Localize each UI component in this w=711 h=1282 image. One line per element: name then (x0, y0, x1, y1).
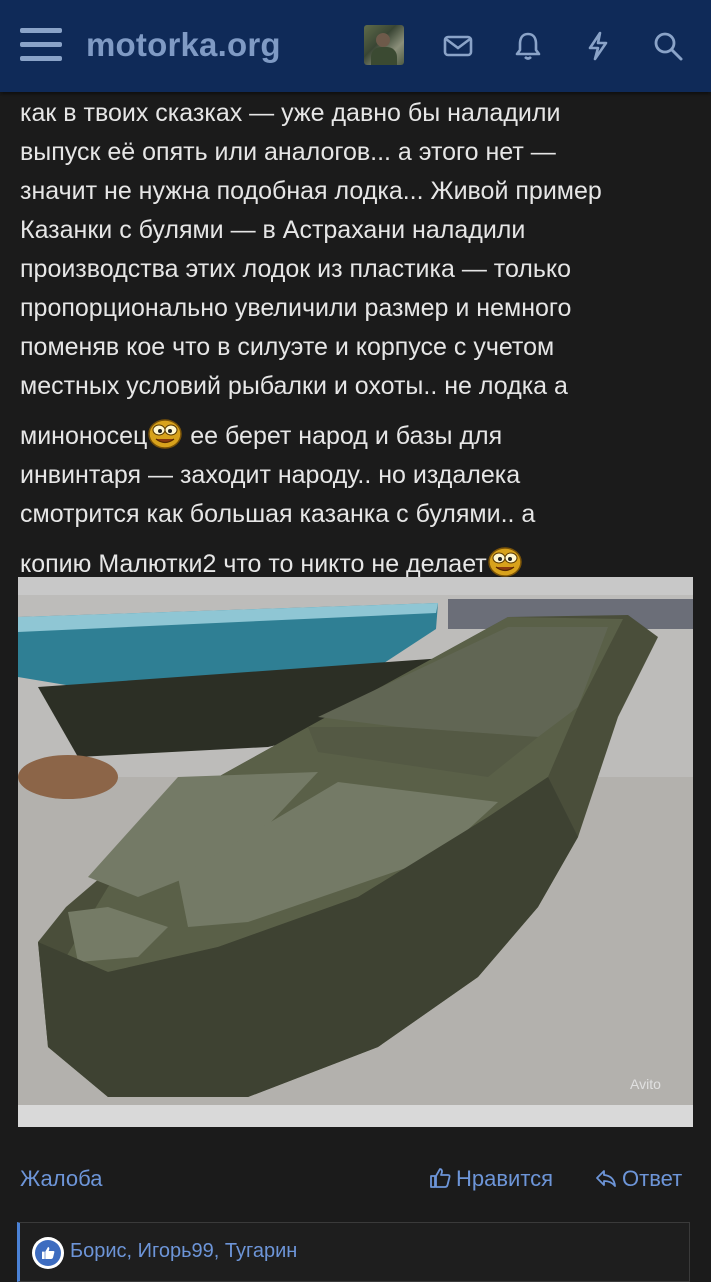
post-line: пропорционально увеличили размер и немно… (20, 294, 572, 322)
report-link[interactable]: Жалоба (20, 1166, 102, 1192)
post-text-fragment: ее берет народ и базы для (183, 422, 503, 450)
like-reaction-icon (32, 1237, 64, 1269)
post-body: как в твоих сказках — уже давно бы налад… (20, 94, 700, 584)
smiley-icon (147, 416, 183, 450)
bell-icon[interactable] (510, 28, 546, 64)
post-text-fragment: миноносец (20, 422, 148, 450)
search-icon[interactable] (650, 28, 686, 64)
reactions-bar: Борис, Игорь99, Тугарин (17, 1222, 690, 1282)
reply-label: Ответ (622, 1166, 683, 1191)
post-line: производства этих лодок из пластика — то… (20, 255, 572, 283)
post-line: местных условий рыбалки и охоты.. не лод… (20, 372, 568, 400)
post-text-fragment: копию Малютки2 что то никто не делает (20, 550, 487, 578)
reply-icon (596, 1170, 616, 1187)
menu-icon[interactable] (20, 28, 62, 62)
boat-photo: Avito (18, 577, 693, 1127)
post-line: выпуск её опять или аналогов... а этого … (20, 138, 556, 166)
post-image[interactable]: Avito (18, 577, 693, 1127)
thumbs-up-icon (430, 1168, 451, 1188)
reaction-users[interactable]: Борис, Игорь99, Тугарин (70, 1240, 297, 1263)
top-header: motorka.org (0, 0, 711, 92)
post-line: Казанки с булями — в Астрахани наладили (20, 216, 526, 244)
post-line: значит не нужна подобная лодка... Живой … (20, 177, 602, 205)
inbox-icon[interactable] (440, 28, 476, 64)
site-logo[interactable]: motorka.org (86, 26, 281, 64)
watermark-text: Avito (630, 1076, 661, 1092)
user-avatar[interactable] (364, 25, 404, 65)
lightning-icon[interactable] (580, 28, 616, 64)
smiley-icon (487, 544, 523, 578)
post-line: миноносец ее берет народ и базы для (20, 416, 700, 456)
reply-button[interactable]: Ответ (594, 1166, 682, 1192)
like-button[interactable]: Нравится (428, 1166, 553, 1192)
like-label: Нравится (456, 1166, 554, 1191)
post-line: смотрится как большая казанка с булями..… (20, 500, 536, 528)
post-line: как в твоих сказках — уже давно бы налад… (20, 99, 561, 127)
post-line: поменяв кое что в силуэте и корпусе с уч… (20, 333, 555, 361)
post-line: инвинтаря — заходит народу.. но издалека (20, 461, 521, 489)
